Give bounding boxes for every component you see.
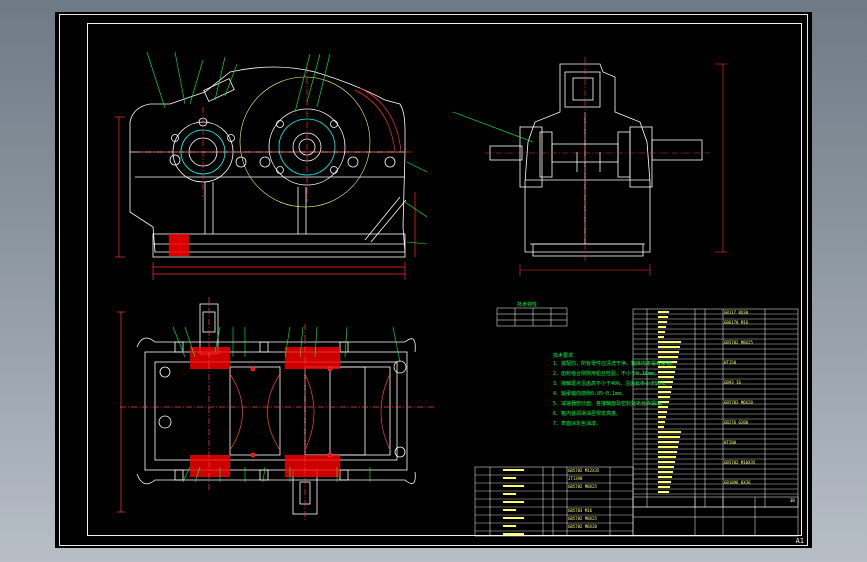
parts-std-code: GB5782 M8X25 [724,340,753,345]
part-name-mark [658,461,675,463]
parts-std-code: GB6170 M16 [724,320,749,325]
part-name-mark [658,451,677,453]
spec-table-title: 技术特性 [517,302,538,308]
parts-list-right-grid [632,308,799,508]
part-name-mark [658,486,670,488]
part-name-mark [658,331,665,333]
top-view-section [117,297,435,522]
part-name-mark [658,426,664,428]
part-name-mark [658,311,669,313]
parts-std-code: JT1390 [568,476,583,481]
side-view [489,63,703,257]
drawing-viewport[interactable]: 技术特性 技术要求 1、装配前，所有零件应清洗干净，箱体内不得有杂物。 2、齿轮… [55,12,812,548]
part-name-mark [503,501,524,503]
side-view-centerlines [485,57,727,276]
part-name-mark [503,517,524,519]
part-name-mark [503,525,516,527]
part-name-mark [658,481,671,483]
part-name-mark [658,431,681,433]
parts-std-code: GB5782 M6X20 [568,524,597,529]
note-item: 1、装配前，所有零件应清洗干净，箱体内不得有杂物。 [553,361,677,367]
part-name-mark [658,346,680,348]
parts-std-code: GB1096 8X36 [724,480,751,485]
parts-std-code: GB93 16 [724,380,741,385]
part-name-mark [658,321,667,323]
part-name-mark [658,446,678,448]
notes-title: 技术要求 [553,353,574,359]
sheet-size-label: A1 [795,537,804,545]
part-name-mark [503,477,516,479]
part-name-mark [503,533,524,535]
part-name-mark [658,416,666,418]
parts-std-code: GB5783 M6X20 [724,400,753,405]
part-name-mark [658,471,673,473]
part-name-mark [658,356,678,358]
part-name-mark [503,469,524,471]
parts-std-code: GB117 8X30 [724,310,749,315]
top-view [136,303,416,515]
part-name-mark [658,466,674,468]
note-item: 2、齿轮啮合侧隙用铅丝检验，不小于0.16mm。 [553,371,660,377]
front-view-section [115,67,416,280]
part-name-mark [658,396,670,398]
part-name-mark [658,316,668,318]
parts-std-code: GB5782 M10X35 [724,460,756,465]
parts-std-code: GB5782 M8X25 [568,484,597,489]
part-name-mark [658,456,676,458]
part-name-mark [503,493,516,495]
part-name-mark [658,376,674,378]
parts-std-code: GB5782 M12X35 [568,468,600,473]
parts-std-code: HT150 [724,360,737,365]
spec-table-grid [496,307,568,327]
note-item: 3、接触斑点沿齿高不小于40%，沿齿长不小于50%。 [553,381,670,387]
parts-std-code: GB5783 M16 [568,508,593,513]
part-name-mark [503,485,524,487]
part-name-mark [658,351,679,353]
part-name-mark [658,391,671,393]
parts-std-code: HT200 [724,440,737,445]
part-name-mark [658,476,672,478]
note-item: 7、表面涂灰色油漆。 [553,421,602,427]
part-name-mark [658,441,679,443]
note-item: 4、轴承轴向游隙0.05~0.1mm。 [553,391,627,397]
drawing-canvas [115,51,799,537]
part-name-mark [658,341,681,343]
part-name-mark [658,436,680,438]
part-name-mark [658,371,675,373]
part-name-mark [658,326,666,328]
part-name-mark [658,336,664,338]
parts-std-code: GB5782 M8X25 [568,516,597,521]
note-item: 6、箱内装润滑油至规定高度。 [553,411,622,417]
title-block-code: 3B [790,498,795,503]
part-name-mark [503,509,516,511]
part-name-mark [658,421,665,423]
parts-std-code: GB276 6208 [724,420,749,425]
note-item: 5、减速器剖分面、各接触面及密封处不允许漏油。 [553,401,667,407]
parts-list-lower-rows [475,474,633,532]
part-name-mark [658,491,669,493]
part-name-mark [658,411,667,413]
